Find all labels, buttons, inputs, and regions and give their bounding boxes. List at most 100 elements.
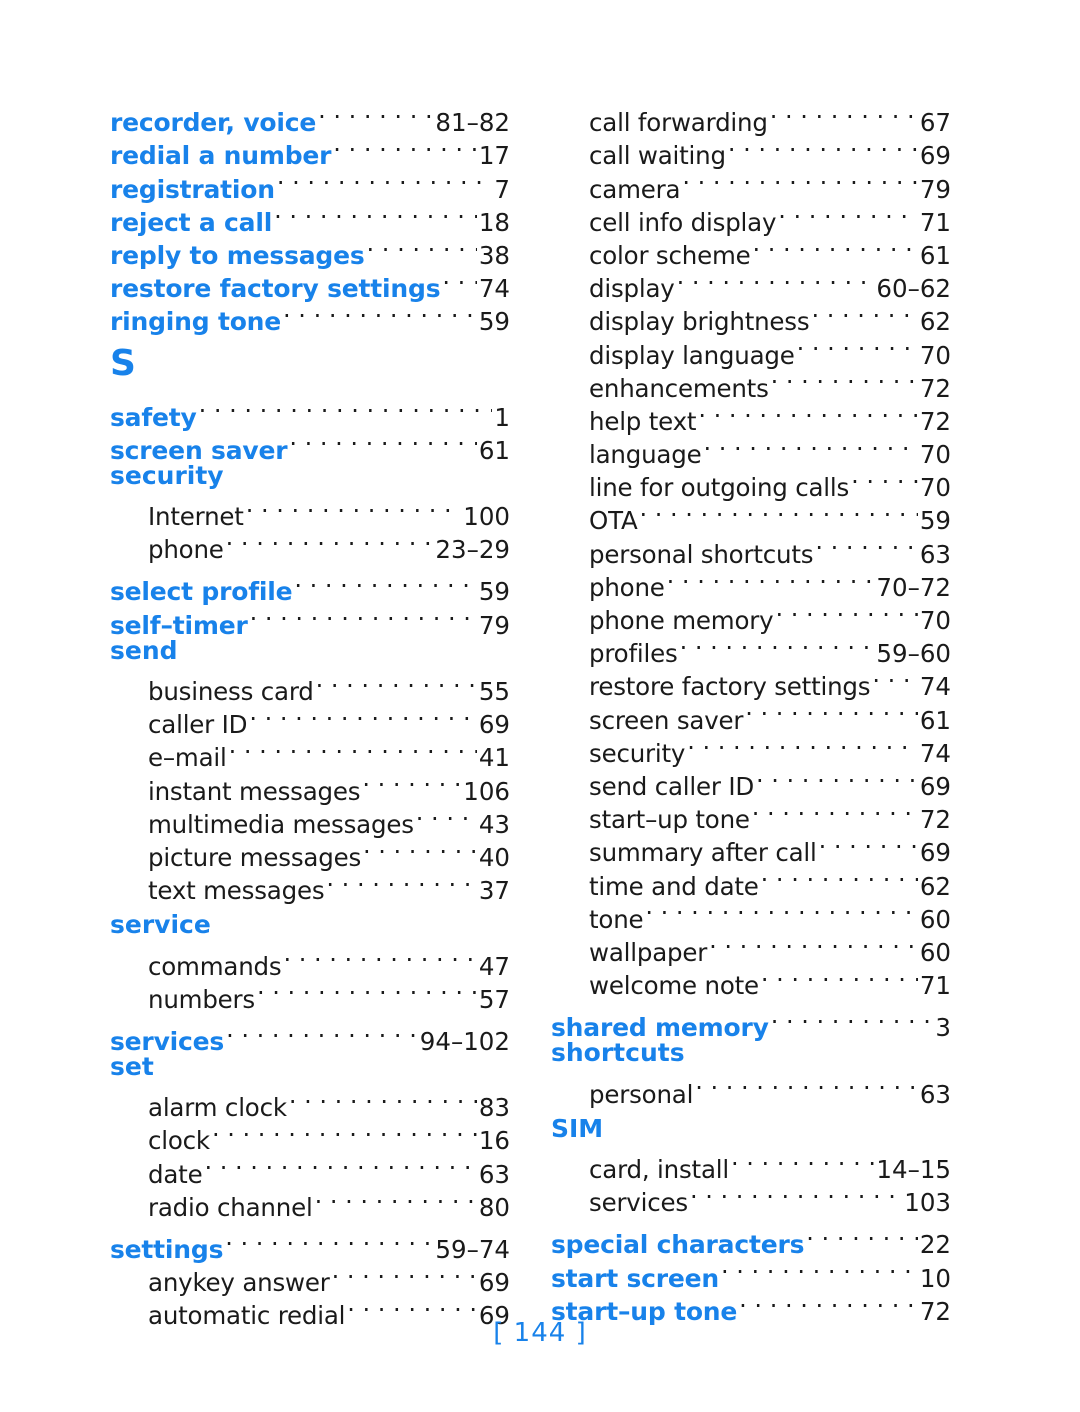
index-entry[interactable]: display brightness62 [551,297,951,336]
leader-dots [811,297,917,330]
index-entry[interactable]: self–timer79 [110,600,510,639]
index-entry[interactable]: line for outgoing calls70 [551,463,951,502]
leader-dots [212,1116,477,1149]
leader-dots [246,492,462,525]
index-entry[interactable]: display language70 [551,330,951,369]
index-entry[interactable]: business card55 [110,667,510,706]
index-group-heading: service [110,910,211,940]
index-entry[interactable]: caller ID69 [110,700,510,739]
index-column-right: call forwarding67call waiting69camera79c… [551,98,951,1326]
index-entry-label: ringing tone [110,307,282,337]
page-number-footer: [ 144 ] [493,1318,587,1348]
index-entry[interactable]: start screen10 [551,1253,951,1292]
leader-dots [728,131,918,164]
index-entry[interactable]: camera79 [551,164,951,203]
leader-dots [667,563,875,596]
index-entry[interactable]: registration7 [110,164,510,203]
index-entry[interactable]: call waiting69 [551,131,951,170]
leader-dots [703,430,917,463]
index-page: recorder, voice81–82redial a number17reg… [0,0,1080,1412]
index-entry[interactable]: Internet100 [110,492,510,531]
leader-dots [326,866,476,899]
index-entry[interactable]: phone23–29 [110,525,510,564]
index-entry[interactable]: services103 [551,1178,951,1217]
index-entry[interactable]: date63 [110,1149,510,1188]
index-entry[interactable]: enhancements72 [551,364,951,403]
index-entry[interactable]: text messages37 [110,866,510,905]
index-entry[interactable]: numbers57 [110,975,510,1014]
index-entry[interactable]: OTA59 [551,496,951,535]
index-entry[interactable]: start–up tone72 [551,795,951,834]
index-entry[interactable]: shared memory3 [551,1003,951,1042]
leader-dots [274,198,477,231]
index-entry[interactable]: radio channel80 [110,1183,510,1222]
leader-dots [645,895,917,928]
index-entry[interactable]: settings59–74 [110,1225,510,1264]
index-entry[interactable]: card, install14–15 [551,1145,951,1184]
index-entry[interactable]: color scheme61 [551,231,951,270]
index-entry[interactable]: welcome note71 [551,961,951,1000]
index-entry[interactable]: commands47 [110,941,510,980]
index-entry[interactable]: tone60 [551,895,951,934]
leader-dots [739,1287,918,1320]
leader-dots [815,529,917,562]
index-entry[interactable]: instant messages106 [110,766,510,805]
index-entry[interactable]: recorder, voice81–82 [110,98,510,137]
index-entry[interactable]: clock16 [110,1116,510,1155]
index-entry[interactable]: profiles59–60 [551,629,951,668]
leader-dots [690,1178,902,1211]
leader-dots [332,1258,477,1291]
index-entry[interactable]: start–up tone72 [551,1287,951,1326]
index-entry[interactable]: safety1 [110,392,510,431]
index-entry[interactable]: wallpaper60 [551,928,951,967]
leader-dots [333,131,477,164]
index-entry[interactable]: services94–102 [110,1017,510,1056]
leader-dots [640,496,918,529]
leader-dots [442,264,476,297]
index-entry[interactable]: reply to messages38 [110,231,510,270]
index-entry[interactable]: redial a number17 [110,131,510,170]
leader-dots [745,695,918,728]
index-entry[interactable]: ringing tone 59 [110,297,510,336]
leader-dots [289,426,476,459]
index-entry[interactable]: phone memory70 [551,596,951,635]
leader-dots [761,861,918,894]
index-entry[interactable]: send caller ID69 [551,762,951,801]
index-entry[interactable]: personal63 [551,1069,951,1108]
leader-dots [277,164,493,197]
index-entry[interactable]: e–mail41 [110,733,510,772]
index-entry[interactable]: time and date62 [551,861,951,900]
index-entry[interactable]: restore factory settings74 [551,662,951,701]
leader-dots [315,1183,477,1216]
index-entry[interactable]: anykey answer69 [110,1258,510,1297]
index-entry[interactable]: select profile59 [110,567,510,606]
index-entry[interactable]: display60–62 [551,264,951,303]
index-entry[interactable]: alarm clock83 [110,1083,510,1122]
leader-dots [721,1253,918,1286]
leader-dots [687,729,918,762]
index-entry[interactable]: phone70–72 [551,563,951,602]
index-entry[interactable]: restore factory settings74 [110,264,510,303]
leader-dots [682,164,918,197]
index-entry[interactable]: screen saver61 [110,426,510,465]
leader-dots [761,961,918,994]
index-group-heading: shortcuts [551,1038,685,1068]
leader-dots [872,662,917,695]
index-entry[interactable]: personal shortcuts63 [551,529,951,568]
leader-dots [753,231,918,264]
index-entry[interactable]: help text72 [551,397,951,436]
index-entry[interactable]: multimedia messages43 [110,800,510,839]
index-entry[interactable]: call forwarding67 [551,98,951,137]
index-entry[interactable]: reject a call18 [110,198,510,237]
index-entry[interactable]: summary after call69 [551,828,951,867]
index-entry[interactable]: special characters22 [551,1220,951,1259]
index-entry[interactable]: language70 [551,430,951,469]
index-entry[interactable]: cell info display71 [551,198,951,237]
leader-dots [363,833,477,866]
leader-dots [677,264,875,297]
leader-dots [797,330,918,363]
index-entry[interactable]: screen saver61 [551,695,951,734]
index-entry[interactable]: security74 [551,729,951,768]
index-entry[interactable]: picture messages40 [110,833,510,872]
